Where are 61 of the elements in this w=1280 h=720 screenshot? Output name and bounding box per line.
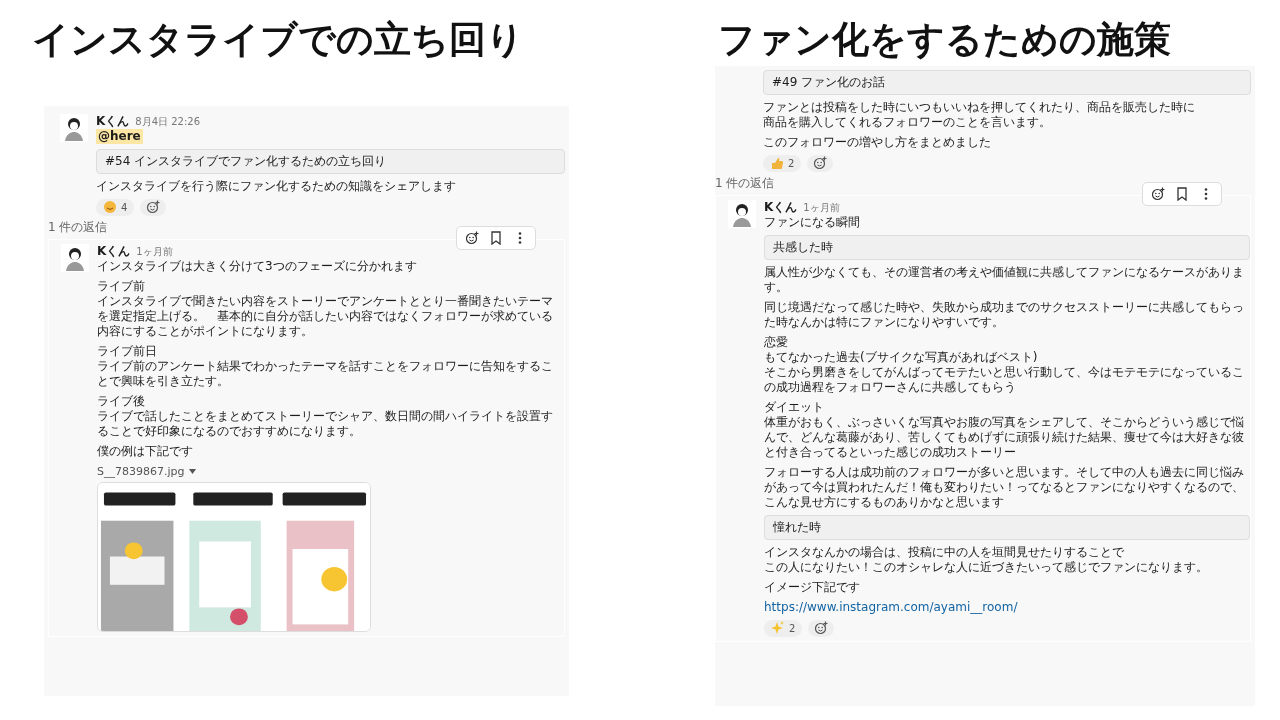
message-text: ライブ後 <box>97 393 146 409</box>
quote-block: 共感した時 <box>764 234 1250 260</box>
quote-block: 憧れた時 <box>764 514 1250 540</box>
message-text: ファンとは投稿をした時にいつもいいねを押してくれたり、商品を販売した時に <box>763 99 1196 115</box>
message-text: フォローする人は成功前のフォロワーが多いと思います。そして中の人も過去に同じ悩みがあって今は買われたんだ！俺も変わりたい！ってなるとファンになりやすくなるので、こんな見せ方にするものありかなと思います <box>764 464 1245 510</box>
caret-icon <box>188 468 196 474</box>
timestamp: 8月4日 22:26 <box>135 114 201 129</box>
message-text: ファンになる瞬間 <box>764 214 861 230</box>
message-text: 商品を購入してくれるフォロワーのことを言います。 <box>763 114 1052 130</box>
message-text: ライブで話したことをまとめてストーリーでシャア、数日間の間ハイライトを設置することで好印象になるのでおすすめになります。 <box>97 408 554 439</box>
mention[interactable]: @here <box>96 128 143 144</box>
message-text: インスタライブで聞きたい内容をストーリーでアンケートととり一番聞きたいテーマを選定指定上げる。 基本的に自分が話したい内容ではなくフォロワーが求めている内容にすることがポイントになります。 <box>97 293 554 339</box>
message-text: この人になりたい！このオシャレな人に近づきたいって感じでファンになります。 <box>764 559 1209 575</box>
message-text: ライブ前 <box>97 278 146 294</box>
add-reaction-icon <box>146 200 161 215</box>
add-reaction-button[interactable] <box>808 619 835 637</box>
message-text: インスタライブを行う際にファン化するための知識をシェアします <box>96 178 457 194</box>
reaction-button[interactable]: 2 <box>764 619 803 637</box>
timestamp: 1ヶ月前 <box>803 200 840 215</box>
message-text: 僕の例は下記です <box>97 443 194 459</box>
add-reaction-icon <box>1151 186 1165 201</box>
author-name[interactable]: Kくん <box>96 113 130 129</box>
message-text: インスタライブは大きく分けて3つのフェーズに分かれます <box>97 258 418 274</box>
slide-title: ファン化をするための施策 <box>718 17 1171 63</box>
message-text: 体重がおもく、ぶっさいくな写真やお腹の写真をシェアして、そこからどういう感じで悩んで、どんな葛藤があり、苦しくてもめげずに頑張り続けた結果、痩せて今は大好きな彼と付き合ってるといった感じの成功ストーリー <box>764 414 1245 460</box>
add-reaction-icon <box>814 621 829 636</box>
message-text: もてなかった過去(ブサイクな写真があればベスト) <box>764 349 1039 365</box>
avatar-icon <box>60 113 88 142</box>
message-text: そこから男磨きをしてがんばってモテたいと思い行動して、今はモテモテになっているこの成功過程をフォロワーさんに共感してもらう <box>764 364 1245 395</box>
message-text: 同じ境遇だなって感じた時や、失敗から成功までのサクセスストーリーに共感してもらった時なんかは特にファンになりやすいです。 <box>764 299 1245 330</box>
avatar-icon <box>61 243 89 272</box>
slide-title: インスタライブでの立ち回り <box>32 17 525 63</box>
bookmark-icon <box>489 230 503 245</box>
message-text: 属人性が少なくても、その運営者の考えや価値観に共感してファンになるケースがあります。 <box>764 264 1245 295</box>
add-reaction-icon <box>465 230 479 245</box>
add-reaction-button[interactable] <box>807 154 834 172</box>
reply-count[interactable]: 1 件の返信 <box>48 219 565 235</box>
quote-block: #49 ファン化のお話 <box>763 69 1251 95</box>
timestamp: 1ヶ月前 <box>136 244 173 259</box>
sparkles-icon <box>771 621 785 636</box>
author-name[interactable]: Kくん <box>764 199 798 215</box>
bookmark-icon <box>1175 186 1189 201</box>
message-text: 恋愛 <box>764 334 789 350</box>
reaction-button[interactable]: 2 <box>763 154 802 172</box>
avatar-icon <box>728 199 756 228</box>
message-text: ライブ前のアンケート結果でわかったテーマを話すことをフォロワーに告知をすることで興味を引き立たす。 <box>97 358 554 389</box>
add-reaction-button[interactable] <box>140 198 167 216</box>
message-text: ライブ前日 <box>97 343 158 359</box>
add-reaction-icon <box>813 156 828 171</box>
message-text: インスタなんかの場合は、投稿に中の人を垣間見せたりすることで <box>764 544 1125 560</box>
file-name[interactable]: S__7839867.jpg <box>97 463 185 479</box>
quote-block: #54 インスタライブでファン化するための立ち回り <box>96 148 565 174</box>
reaction-button[interactable]: 4 <box>96 198 135 216</box>
thumbs-up-icon <box>770 156 784 171</box>
reply-count[interactable]: 1 件の返信 <box>715 175 1251 191</box>
message-text: イメージ下記です <box>764 579 861 595</box>
smiley-icon <box>103 200 117 215</box>
message-text: ダイエット <box>764 399 825 415</box>
link[interactable]: https://www.instagram.com/ayami__room/ <box>764 599 1018 614</box>
author-name[interactable]: Kくん <box>97 243 131 259</box>
message-text: このフォロワーの増やし方をまとめました <box>763 134 992 150</box>
